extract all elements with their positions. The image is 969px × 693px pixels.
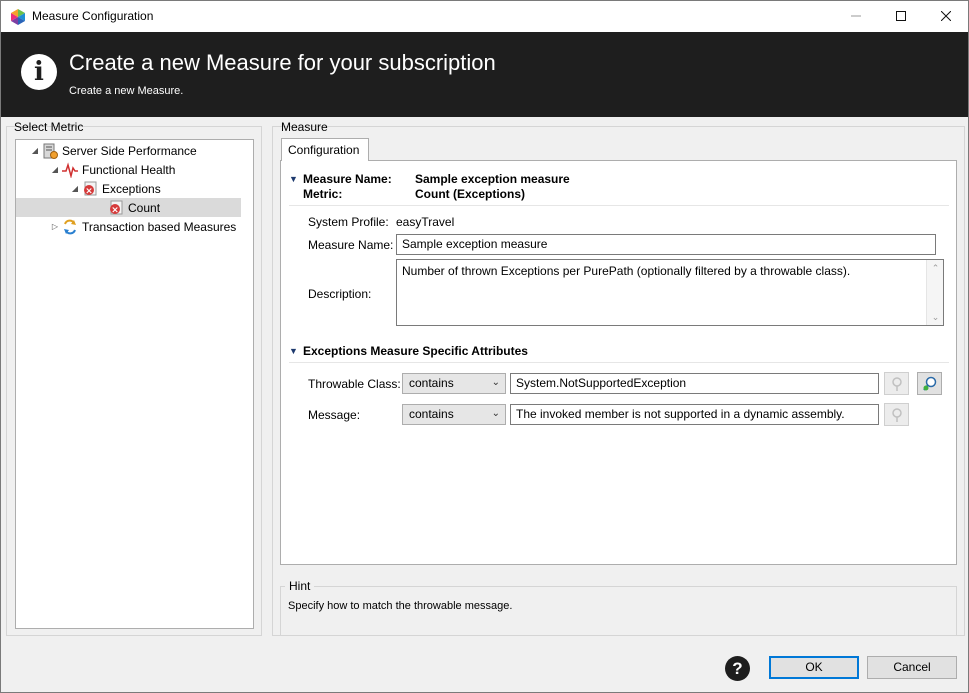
pin-icon [891,407,902,422]
tab-configuration[interactable]: Configuration [281,138,369,161]
pin-icon [891,376,902,391]
collapsed-arrow-icon[interactable]: ▷ [50,222,60,231]
description-scrollbar[interactable]: ⌃ ⌄ [926,260,943,325]
chevron-down-icon: ⌄ [491,377,500,388]
summary-metric-value: Count (Exceptions) [415,187,525,201]
pulse-icon [62,161,78,178]
hint-label: Hint [285,579,315,593]
metric-tree[interactable]: ◢ Server Side Performance ◢ Functional H… [15,139,254,629]
svg-text:×: × [111,205,119,215]
info-icon: i [21,54,57,90]
measure-group-label: Measure [281,120,328,134]
window-title: Measure Configuration [32,9,154,23]
system-profile-label: System Profile: [308,215,389,229]
cancel-button[interactable]: Cancel [867,656,957,679]
specific-attributes-heading: Exceptions Measure Specific Attributes [303,344,528,358]
throwable-class-label: Throwable Class: [308,377,401,391]
system-profile-value: easyTravel [396,215,455,229]
banner-title: Create a new Measure for your subscripti… [69,50,496,75]
throwable-class-search-button[interactable] [917,372,942,395]
description-text: Number of thrown Exceptions per PurePath… [402,264,851,278]
ok-button[interactable]: OK [769,656,859,679]
chevron-down-icon: ⌄ [491,408,500,419]
section-divider [289,362,949,363]
tree-item-label: Transaction based Measures [82,219,237,234]
message-input[interactable]: The invoked member is not supported in a… [510,404,879,425]
summary-metric-label: Metric: [303,187,343,201]
tree-item-transaction-based-measures[interactable]: ▷ Transaction based Measures [50,217,236,236]
exception-icon: × [84,181,97,196]
throwable-class-pick-button[interactable] [884,372,909,395]
tree-item-count[interactable]: × Count [16,198,241,217]
minimize-icon [851,15,861,17]
expanded-arrow-icon[interactable]: ◢ [50,165,60,174]
measure-name-label: Measure Name: [308,238,394,252]
scroll-down-icon[interactable]: ⌄ [927,309,944,325]
select-metric-label: Select Metric [14,120,84,134]
help-button[interactable]: ? [725,656,750,681]
banner-subtitle: Create a new Measure. [69,85,184,97]
summary-measure-name-label: Measure Name: [303,172,392,186]
tree-item-server-side-performance[interactable]: ◢ Server Side Performance [30,141,197,160]
description-textarea[interactable]: Number of thrown Exceptions per PurePath… [396,259,944,326]
tree-item-label: Functional Health [82,162,176,177]
search-icon [922,376,936,391]
header-banner: i Create a new Measure for your subscrip… [1,32,968,117]
throwable-class-input[interactable]: System.NotSupportedException [510,373,879,394]
expanded-arrow-icon[interactable]: ◢ [30,146,40,155]
description-label: Description: [308,287,372,301]
svg-text:×: × [85,186,93,196]
section-collapse-icon[interactable]: ▼ [289,174,298,184]
section-collapse-icon[interactable]: ▼ [289,346,298,356]
title-bar: Measure Configuration [1,1,968,32]
summary-measure-name-value: Sample exception measure [415,172,570,186]
close-button[interactable] [923,1,969,31]
measure-name-input[interactable]: Sample exception measure [396,234,936,255]
maximize-icon [896,11,906,21]
close-icon [941,11,951,21]
message-operator-value: contains [409,407,454,421]
message-operator-select[interactable]: contains ⌄ [402,404,506,425]
exception-icon: × [110,200,123,215]
app-icon [11,9,25,25]
message-label: Message: [308,408,361,422]
message-pick-button[interactable] [884,403,909,426]
minimize-button[interactable] [833,1,879,31]
throwable-operator-select[interactable]: contains ⌄ [402,373,506,394]
tree-item-label: Exceptions [102,181,161,196]
transaction-icon [64,219,76,234]
dialog-window: Measure Configuration i Create a new Mea… [0,0,969,693]
server-icon [43,143,58,159]
section-divider [289,205,949,206]
throwable-operator-value: contains [409,376,454,390]
tree-item-exceptions[interactable]: ◢ × Exceptions [70,179,161,198]
tree-item-functional-health[interactable]: ◢ Functional Health [50,160,175,179]
tree-item-label: Server Side Performance [62,143,197,158]
hint-text: Specify how to match the throwable messa… [288,600,513,612]
scroll-up-icon[interactable]: ⌃ [927,260,944,276]
expanded-arrow-icon[interactable]: ◢ [70,184,80,193]
maximize-button[interactable] [878,1,924,31]
tree-item-label: Count [128,200,161,215]
